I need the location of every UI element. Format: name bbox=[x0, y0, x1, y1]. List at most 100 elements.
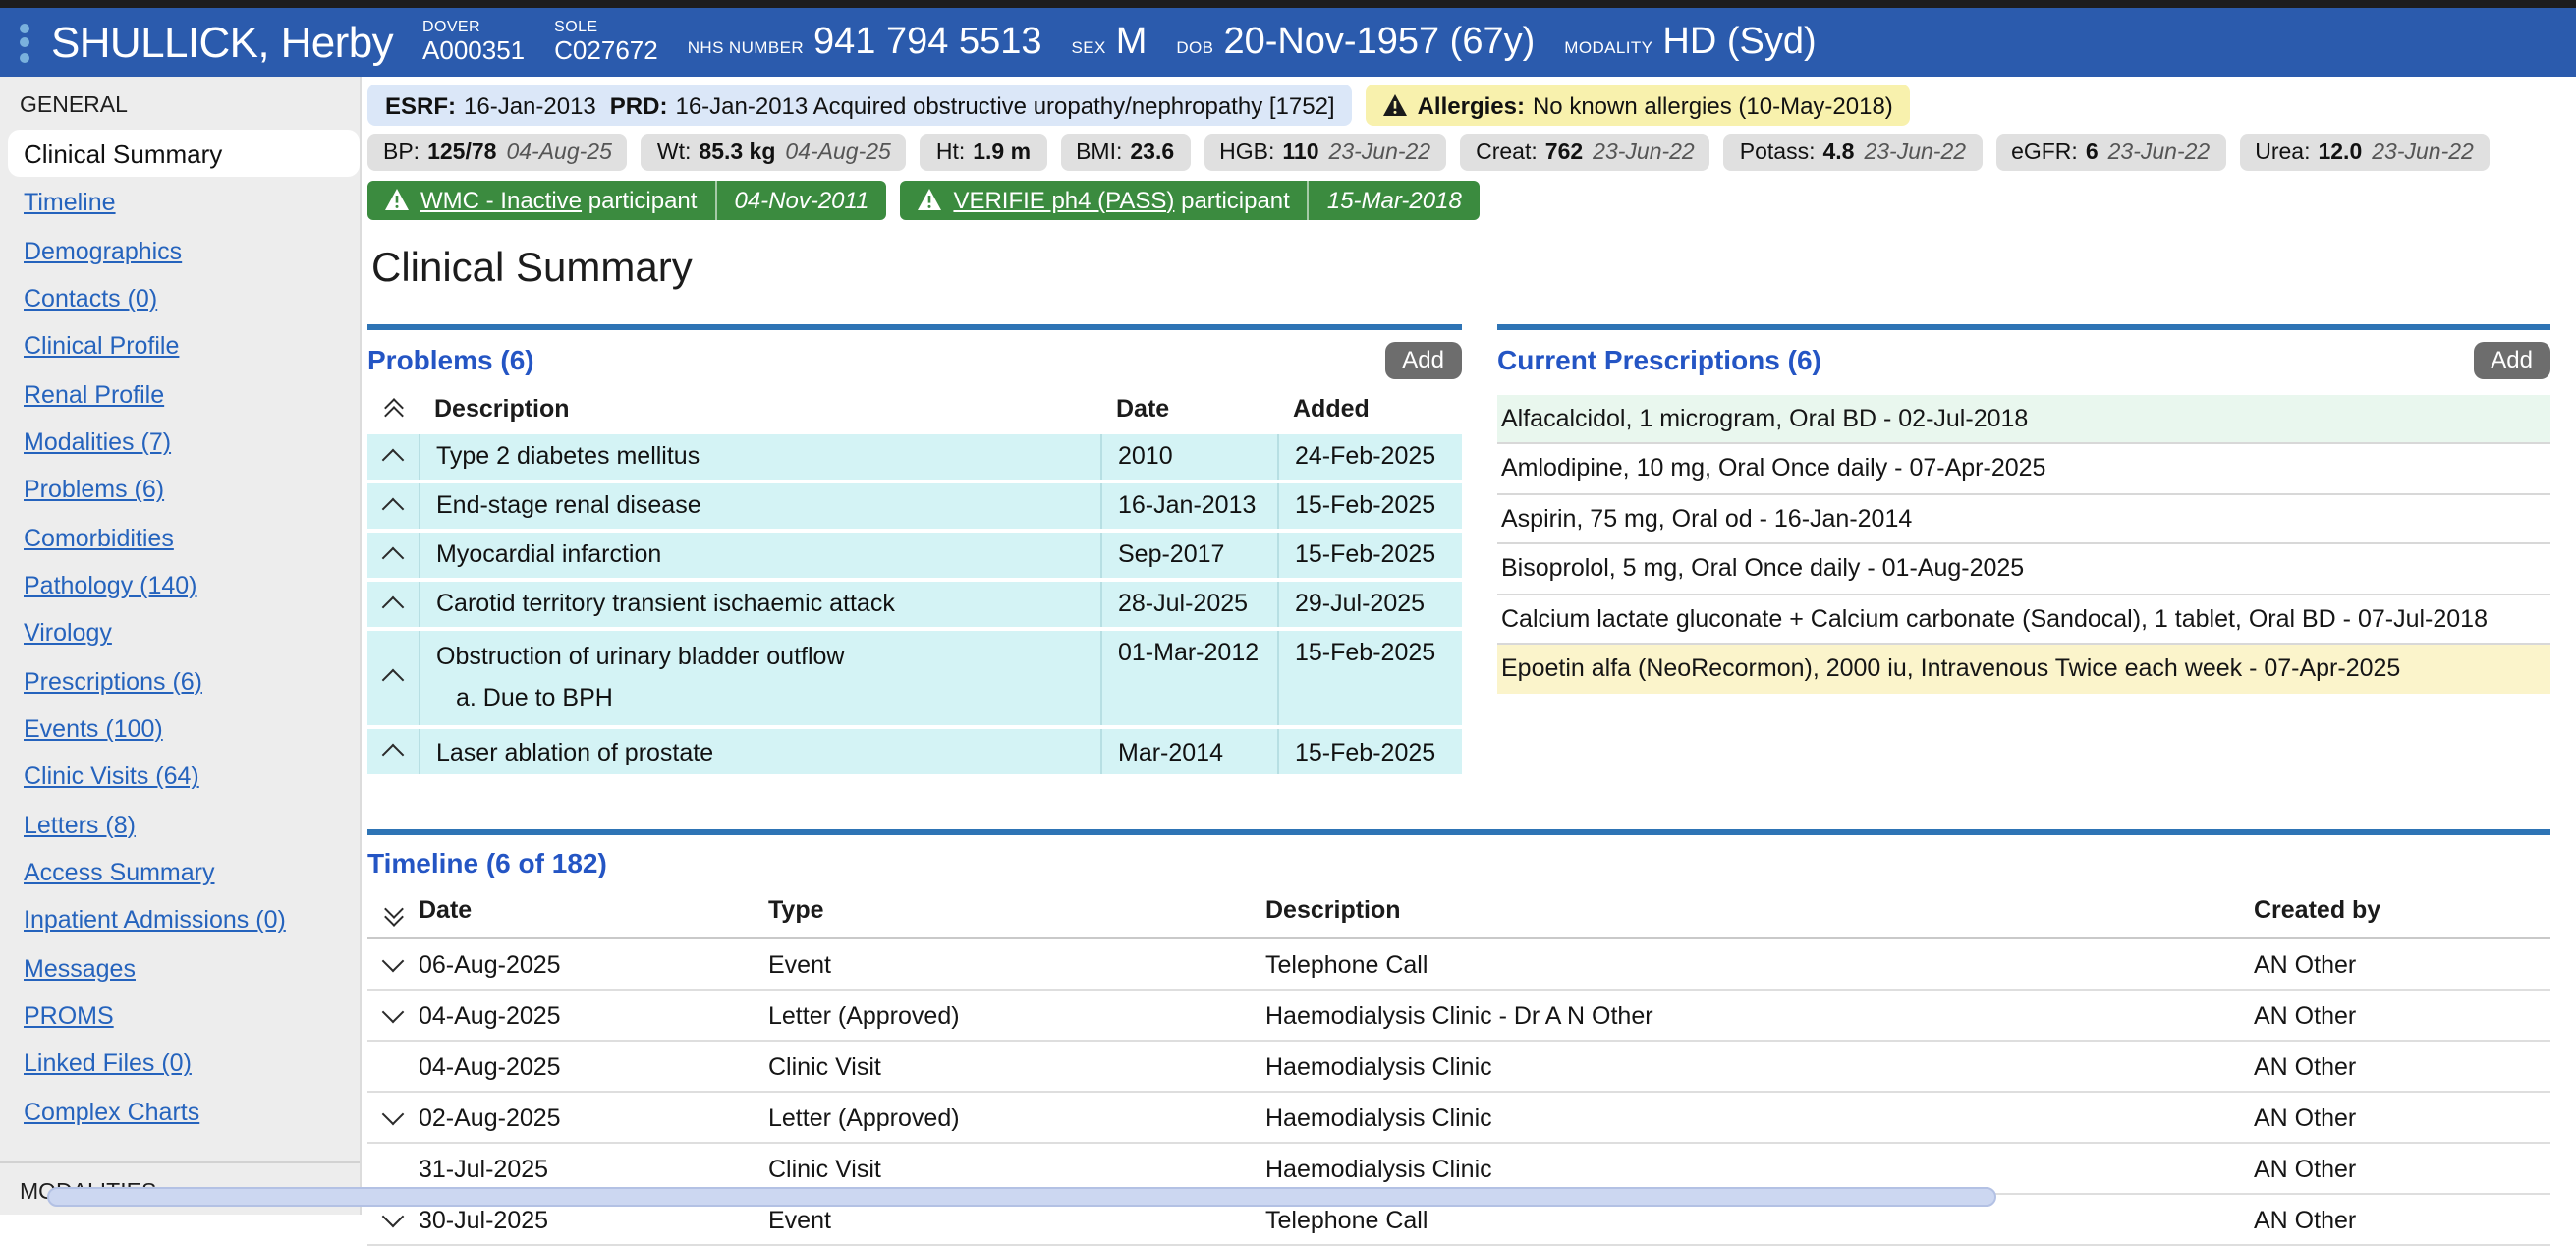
prescriptions-panel: Current Prescriptions (6) Add Alfacalcid… bbox=[1497, 323, 2550, 693]
page-title: Clinical Summary bbox=[371, 245, 2550, 292]
problem-row[interactable]: Obstruction of urinary bladder outflow a… bbox=[367, 630, 1462, 725]
problem-description: Type 2 diabetes mellitus bbox=[419, 433, 1100, 479]
sidebar-item-complex-charts[interactable]: Complex Charts bbox=[0, 1090, 360, 1138]
window-chrome-strip bbox=[0, 0, 2576, 8]
expand-icon[interactable] bbox=[382, 1206, 405, 1228]
problem-description: End-stage renal disease bbox=[419, 482, 1100, 528]
allergies-label: Allergies: bbox=[1418, 91, 1525, 119]
expand-icon[interactable] bbox=[382, 1104, 405, 1126]
problems-table-header: Description Date Added bbox=[367, 394, 1462, 433]
vital-bmi: BMI:23.6 bbox=[1060, 134, 1190, 171]
timeline-row[interactable]: 02-Aug-2025 Letter (Approved) Haemodialy… bbox=[367, 1093, 2550, 1144]
study-badge-verifie[interactable]: VERIFIE ph4 (PASS) participant 15-Mar-20… bbox=[900, 181, 1479, 219]
sidebar-item-clinic-visits[interactable]: Clinic Visits (64) bbox=[0, 755, 360, 803]
esrf-prd-pill: ESRF: 16-Jan-2013 PRD: 16-Jan-2013 Acqui… bbox=[367, 85, 1353, 126]
problem-description: Laser ablation of prostate bbox=[419, 729, 1100, 774]
timeline-created-by: AN Other bbox=[2254, 1206, 2550, 1233]
sidebar-item-clinical-profile[interactable]: Clinical Profile bbox=[0, 324, 360, 372]
sidebar-item-prescriptions[interactable]: Prescriptions (6) bbox=[0, 659, 360, 708]
vital-hgb: HGB:11023-Jun-22 bbox=[1204, 134, 1446, 171]
expand-icon[interactable] bbox=[382, 950, 405, 973]
sidebar-item-renal-profile[interactable]: Renal Profile bbox=[0, 372, 360, 421]
timeline-row[interactable]: 04-Aug-2025 Clinic Visit Haemodialysis C… bbox=[367, 1042, 2550, 1093]
field-dob: DOB 20-Nov-1957 (67y) bbox=[1176, 21, 1535, 64]
horizontal-scrollbar[interactable] bbox=[47, 1187, 1996, 1207]
timeline-row[interactable]: 04-Aug-2025 Letter (Approved) Haemodialy… bbox=[367, 991, 2550, 1042]
sidebar-item-demographics[interactable]: Demographics bbox=[0, 229, 360, 277]
sidebar-item-virology[interactable]: Virology bbox=[0, 611, 360, 659]
sidebar-item-access-summary[interactable]: Access Summary bbox=[0, 851, 360, 899]
timeline-description: Haemodialysis Clinic bbox=[1265, 1155, 2254, 1182]
collapse-icon[interactable] bbox=[382, 744, 405, 766]
prescription-row[interactable]: Aspirin, 75 mg, Oral od - 16-Jan-2014 bbox=[1497, 494, 2550, 544]
timeline-row[interactable]: 06-Aug-2025 Event Telephone Call AN Othe… bbox=[367, 939, 2550, 991]
collapse-icon[interactable] bbox=[382, 669, 405, 692]
timeline-description: Haemodialysis Clinic bbox=[1265, 1104, 2254, 1131]
vital-weight: Wt:85.3 kg04-Aug-25 bbox=[642, 134, 907, 171]
problem-row[interactable]: Myocardial infarction Sep-2017 15-Feb-20… bbox=[367, 532, 1462, 577]
patient-menu-icon[interactable] bbox=[20, 23, 29, 62]
sidebar-item-modalities[interactable]: Modalities (7) bbox=[0, 420, 360, 468]
timeline-type: Letter (Approved) bbox=[768, 1104, 1265, 1131]
timeline-date: 04-Aug-2025 bbox=[419, 1052, 768, 1080]
esrf-value: 16-Jan-2013 bbox=[464, 91, 596, 119]
timeline-panel: Timeline (6 of 182) Date Type Descriptio… bbox=[367, 829, 2550, 1246]
sidebar-item-problems[interactable]: Problems (6) bbox=[0, 468, 360, 516]
sidebar-item-inpatient-admissions[interactable]: Inpatient Admissions (0) bbox=[0, 898, 360, 946]
timeline-type: Event bbox=[768, 950, 1265, 978]
problems-title: Problems (6) bbox=[367, 344, 534, 375]
timeline-date: 31-Jul-2025 bbox=[419, 1155, 768, 1182]
sidebar-item-letters[interactable]: Letters (8) bbox=[0, 803, 360, 851]
sidebar-nav: Timeline Demographics Contacts (0) Clini… bbox=[0, 181, 360, 1138]
problem-row[interactable]: End-stage renal disease 16-Jan-2013 15-F… bbox=[367, 482, 1462, 528]
timeline-description: Haemodialysis Clinic - Dr A N Other bbox=[1265, 1001, 2254, 1029]
collapse-icon[interactable] bbox=[382, 546, 405, 569]
sidebar-item-comorbidities[interactable]: Comorbidities bbox=[0, 516, 360, 564]
timeline-title: Timeline (6 of 182) bbox=[367, 847, 607, 878]
problem-row[interactable]: Laser ablation of prostate Mar-2014 15-F… bbox=[367, 729, 1462, 774]
sidebar-item-timeline[interactable]: Timeline bbox=[0, 181, 360, 229]
problem-added: 15-Feb-2025 bbox=[1277, 729, 1462, 774]
vital-potassium: Potass:4.823-Jun-22 bbox=[1724, 134, 1982, 171]
warning-icon bbox=[918, 190, 941, 211]
field-sex: SEX M bbox=[1072, 21, 1148, 64]
problems-add-button[interactable]: Add bbox=[1384, 341, 1462, 378]
prescription-row[interactable]: Calcium lactate gluconate + Calcium carb… bbox=[1497, 595, 2550, 645]
expand-icon[interactable] bbox=[382, 1001, 405, 1024]
prescription-row[interactable]: Amlodipine, 10 mg, Oral Once daily - 07-… bbox=[1497, 444, 2550, 494]
prd-label: PRD: bbox=[610, 91, 668, 119]
sidebar-item-pathology[interactable]: Pathology (140) bbox=[0, 564, 360, 612]
sidebar-item-proms[interactable]: PROMS bbox=[0, 994, 360, 1043]
sidebar-item-events[interactable]: Events (100) bbox=[0, 708, 360, 756]
allergies-value: No known allergies (10-May-2018) bbox=[1533, 91, 1893, 119]
sort-ascending-icon[interactable] bbox=[386, 400, 400, 416]
sidebar-item-clinical-summary[interactable]: Clinical Summary bbox=[8, 130, 360, 177]
allergies-pill[interactable]: Allergies: No known allergies (10-May-201… bbox=[1367, 85, 1911, 126]
prescriptions-add-button[interactable]: Add bbox=[2473, 341, 2550, 378]
sort-descending-icon[interactable] bbox=[386, 902, 400, 918]
problem-added: 15-Feb-2025 bbox=[1277, 532, 1462, 577]
prescription-row[interactable]: Epoetin alfa (NeoRecormon), 2000 iu, Int… bbox=[1497, 645, 2550, 693]
collapse-icon[interactable] bbox=[382, 497, 405, 520]
study-link-verifie[interactable]: VERIFIE ph4 (PASS) bbox=[953, 187, 1174, 214]
problem-date: 01-Mar-2012 bbox=[1100, 630, 1277, 725]
sidebar-item-messages[interactable]: Messages bbox=[0, 946, 360, 994]
prescription-row[interactable]: Bisoprolol, 5 mg, Oral Once daily - 01-A… bbox=[1497, 544, 2550, 595]
collapse-icon[interactable] bbox=[382, 595, 405, 618]
vital-creatinine: Creat:76223-Jun-22 bbox=[1460, 134, 1710, 171]
main-content: ESRF: 16-Jan-2013 PRD: 16-Jan-2013 Acqui… bbox=[362, 77, 2576, 1215]
field-nhs-number: NHS NUMBER 941 794 5513 bbox=[688, 21, 1042, 64]
sidebar-item-contacts[interactable]: Contacts (0) bbox=[0, 276, 360, 324]
warning-icon bbox=[385, 190, 409, 211]
study-link-wmc[interactable]: WMC - Inactive bbox=[420, 187, 582, 214]
problem-description: Myocardial infarction bbox=[419, 532, 1100, 577]
problem-description: Obstruction of urinary bladder outflow a… bbox=[419, 630, 1100, 725]
timeline-created-by: AN Other bbox=[2254, 1052, 2550, 1080]
study-badge-wmc[interactable]: WMC - Inactive participant 04-Nov-2011 bbox=[367, 181, 886, 219]
problem-row[interactable]: Carotid territory transient ischaemic at… bbox=[367, 581, 1462, 626]
patient-banner: SHULLICK, Herby DOVER A000351 SOLE C0276… bbox=[0, 8, 2576, 77]
collapse-icon[interactable] bbox=[382, 448, 405, 471]
sidebar-item-linked-files[interactable]: Linked Files (0) bbox=[0, 1042, 360, 1090]
problem-row[interactable]: Type 2 diabetes mellitus 2010 24-Feb-202… bbox=[367, 433, 1462, 479]
prescription-row[interactable]: Alfacalcidol, 1 microgram, Oral BD - 02-… bbox=[1497, 394, 2550, 444]
